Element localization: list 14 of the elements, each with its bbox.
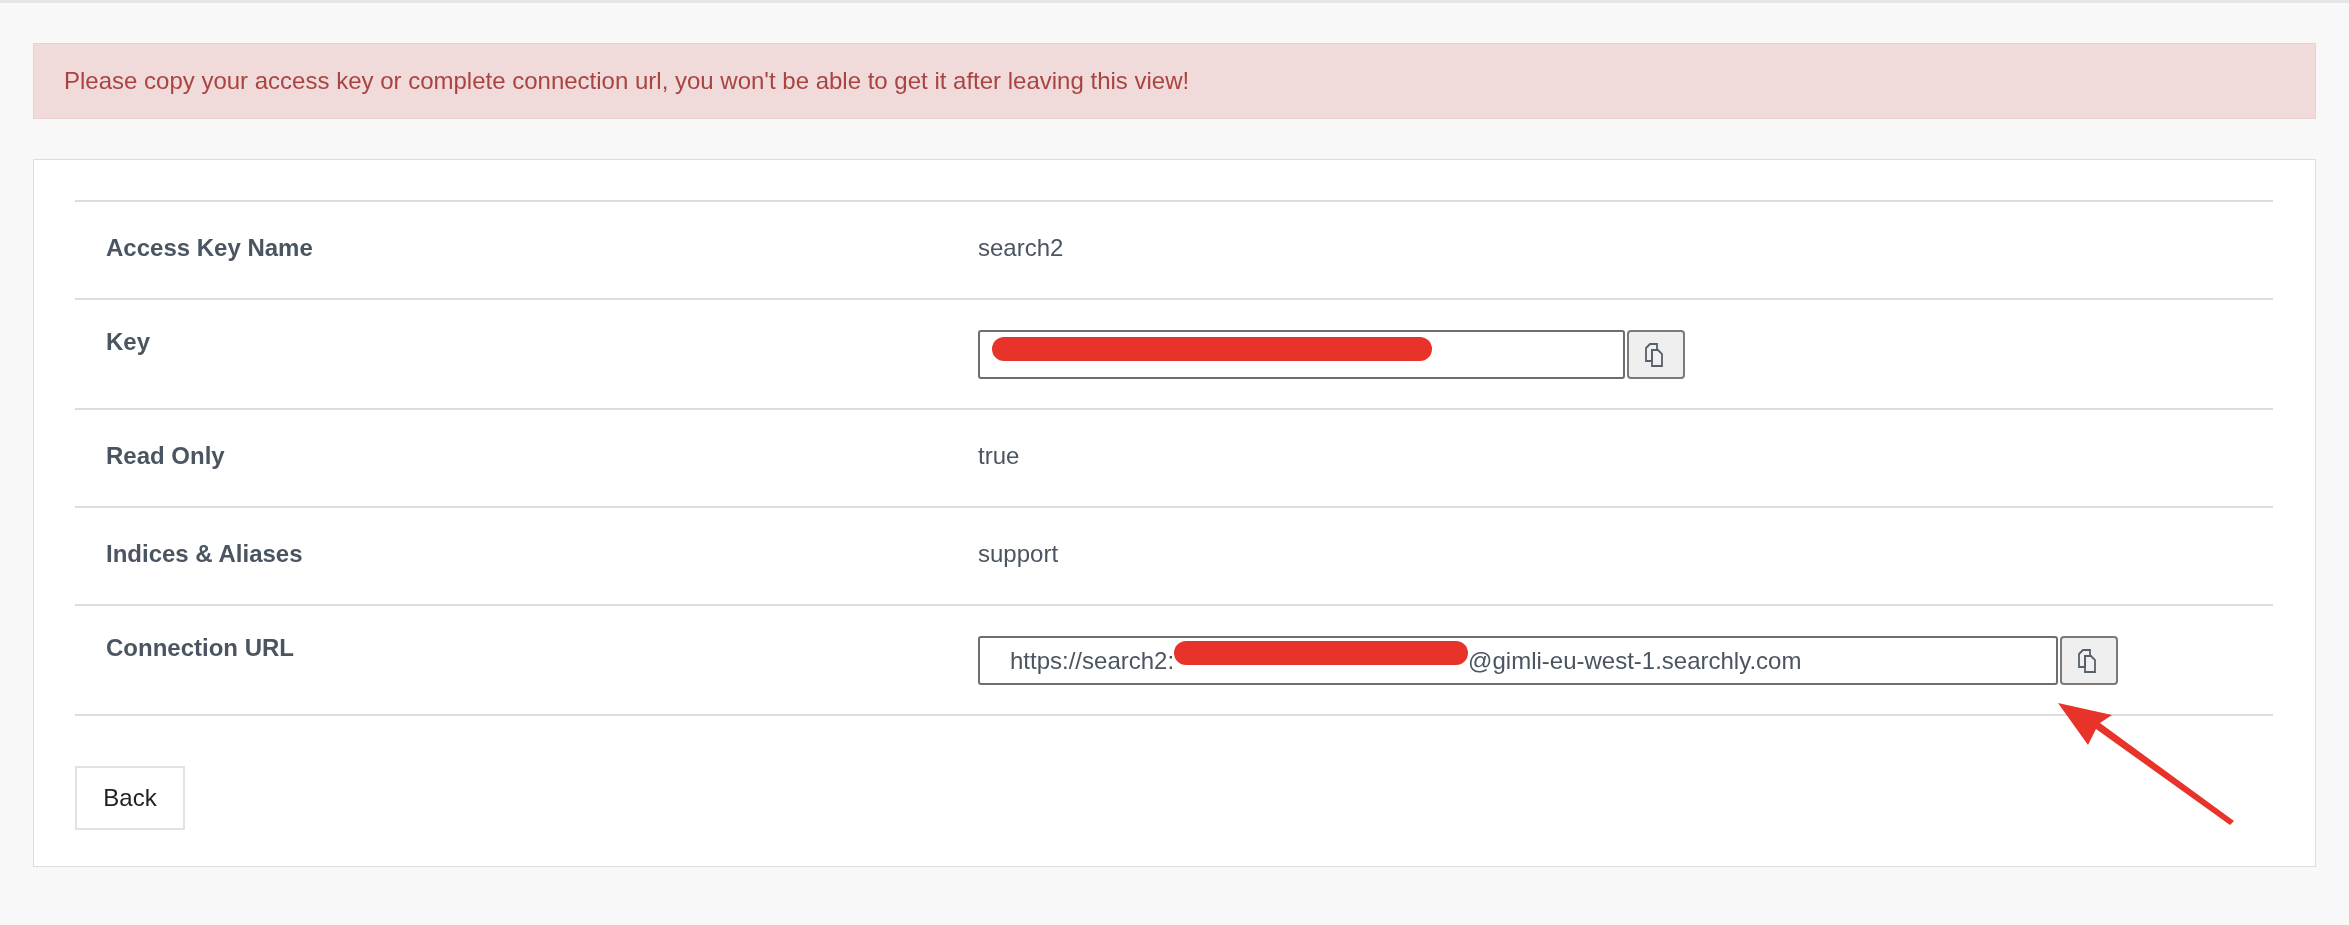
detail-label: Indices & Aliases bbox=[106, 539, 303, 568]
copy-button[interactable] bbox=[1627, 330, 1685, 379]
detail-label: Connection URL bbox=[106, 633, 294, 662]
key-field[interactable] bbox=[978, 330, 1625, 379]
detail-value: search2 bbox=[978, 233, 1064, 262]
back-button[interactable]: Back bbox=[75, 766, 185, 830]
warning-alert: Please copy your access key or complete connection url, you won't be able to get it after leaving this view! bbox=[33, 43, 2316, 119]
url-field[interactable]: https://search2: @gimli-eu-west-1.searchly.com bbox=[978, 636, 2058, 685]
detail-label: Read Only bbox=[106, 441, 225, 470]
detail-value: true bbox=[978, 441, 1020, 470]
copy-button[interactable] bbox=[2060, 636, 2118, 685]
detail-value: support bbox=[978, 539, 1059, 568]
detail-label: Key bbox=[106, 327, 151, 356]
detail-label: Access Key Name bbox=[106, 233, 313, 262]
